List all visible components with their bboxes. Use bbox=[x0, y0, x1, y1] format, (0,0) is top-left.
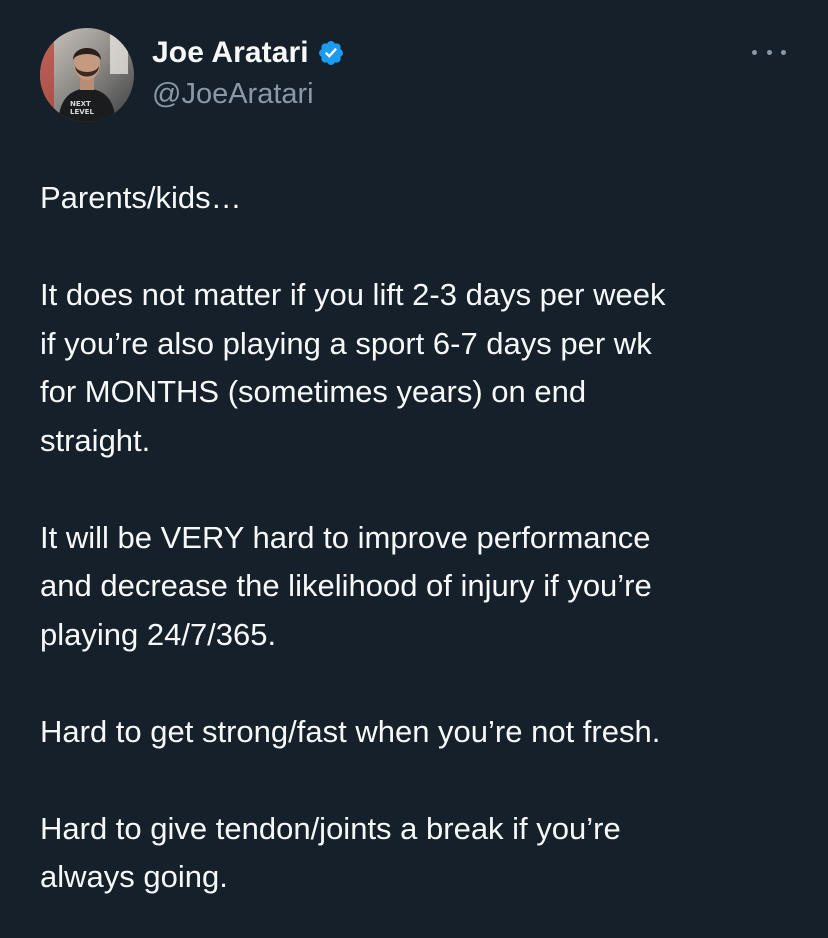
dot-icon bbox=[781, 49, 786, 55]
avatar[interactable]: NEXT LEVEL bbox=[40, 28, 134, 122]
tweet-paragraph: Hard to give tendon/joints a break if yo… bbox=[40, 810, 621, 895]
tweet-paragraph: Parents/kids… bbox=[40, 180, 242, 215]
dot-icon bbox=[752, 49, 757, 55]
more-options-icon[interactable] bbox=[752, 40, 786, 64]
display-name[interactable]: Joe Aratari bbox=[152, 36, 309, 70]
tweet-card: NEXT LEVEL Joe Aratari @JoeAratari Paren… bbox=[0, 0, 828, 938]
tweet-paragraph: It will be VERY hard to improve performa… bbox=[40, 519, 652, 652]
dot-icon bbox=[766, 49, 772, 55]
tweet-paragraph: It does not matter if you lift 2-3 days … bbox=[40, 277, 666, 458]
avatar-photo-icon: NEXT LEVEL bbox=[40, 28, 134, 122]
tweet-text: Parents/kids… It does not matter if you … bbox=[40, 174, 800, 902]
svg-text:NEXT: NEXT bbox=[70, 100, 91, 108]
tweet-paragraph: Hard to get strong/fast when you’re not … bbox=[40, 713, 661, 749]
svg-text:LEVEL: LEVEL bbox=[70, 108, 94, 116]
verified-badge-icon[interactable] bbox=[317, 39, 345, 67]
author-name-row[interactable]: Joe Aratari bbox=[152, 36, 345, 70]
author-handle[interactable]: @JoeAratari bbox=[152, 78, 314, 111]
